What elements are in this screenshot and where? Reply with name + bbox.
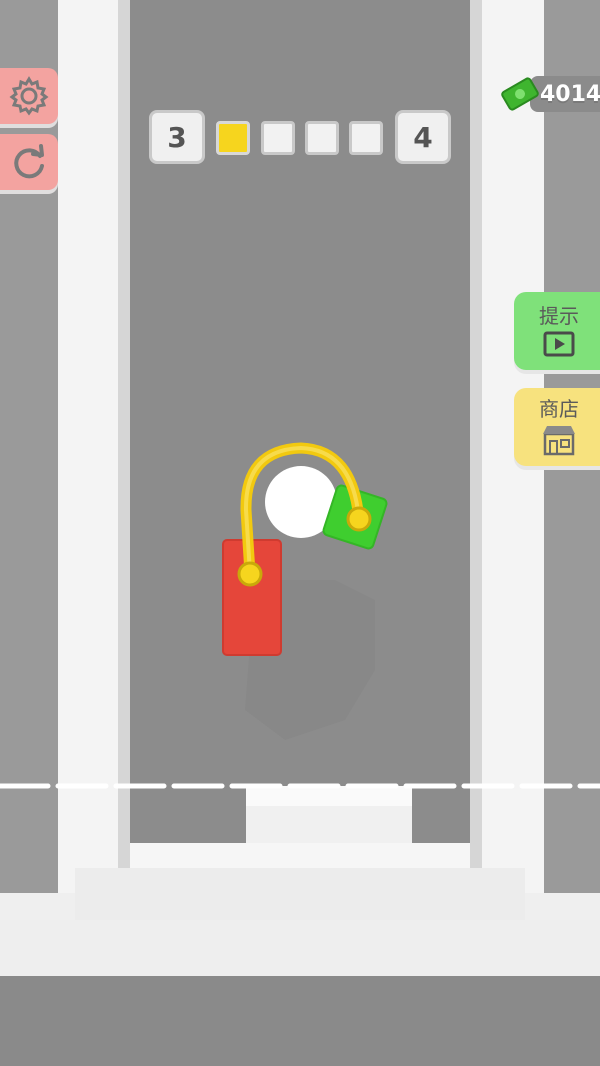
- progress-step-4: [349, 121, 383, 155]
- hint-label: 提示: [539, 304, 579, 328]
- left-ledge: [0, 893, 75, 923]
- hint-button[interactable]: 提示: [514, 292, 600, 370]
- progress-step-3: [305, 121, 339, 155]
- store-icon: [543, 426, 575, 456]
- current-level-number: 3: [167, 120, 187, 154]
- progress-step-1: [216, 121, 250, 155]
- video-play-icon: [543, 331, 575, 357]
- finish-line: [0, 783, 600, 789]
- currency-amount: 4014: [540, 82, 600, 107]
- currency-display: 4014: [500, 72, 600, 116]
- right-ledge: [525, 893, 600, 923]
- restart-button[interactable]: [0, 134, 58, 190]
- rope-pin-red: [237, 561, 263, 587]
- current-level-box: 3: [149, 110, 205, 164]
- progress-step-2: [261, 121, 295, 155]
- cash-icon: [501, 77, 539, 111]
- puzzle-object[interactable]: [215, 440, 405, 665]
- floor-base: [0, 976, 600, 1066]
- gear-icon: [9, 76, 49, 116]
- left-pillar-side: [118, 0, 130, 870]
- left-pillar: [58, 0, 120, 900]
- floor-front: [0, 920, 600, 976]
- settings-button[interactable]: [0, 68, 58, 124]
- rope-pin-green: [346, 506, 372, 532]
- right-pillar-side: [470, 0, 482, 870]
- shop-label: 商店: [539, 397, 579, 421]
- shop-button[interactable]: 商店: [514, 388, 600, 466]
- next-level-number: 4: [413, 120, 433, 154]
- restart-icon: [14, 144, 44, 179]
- floor: [75, 868, 525, 928]
- next-level-box: 4: [395, 110, 451, 164]
